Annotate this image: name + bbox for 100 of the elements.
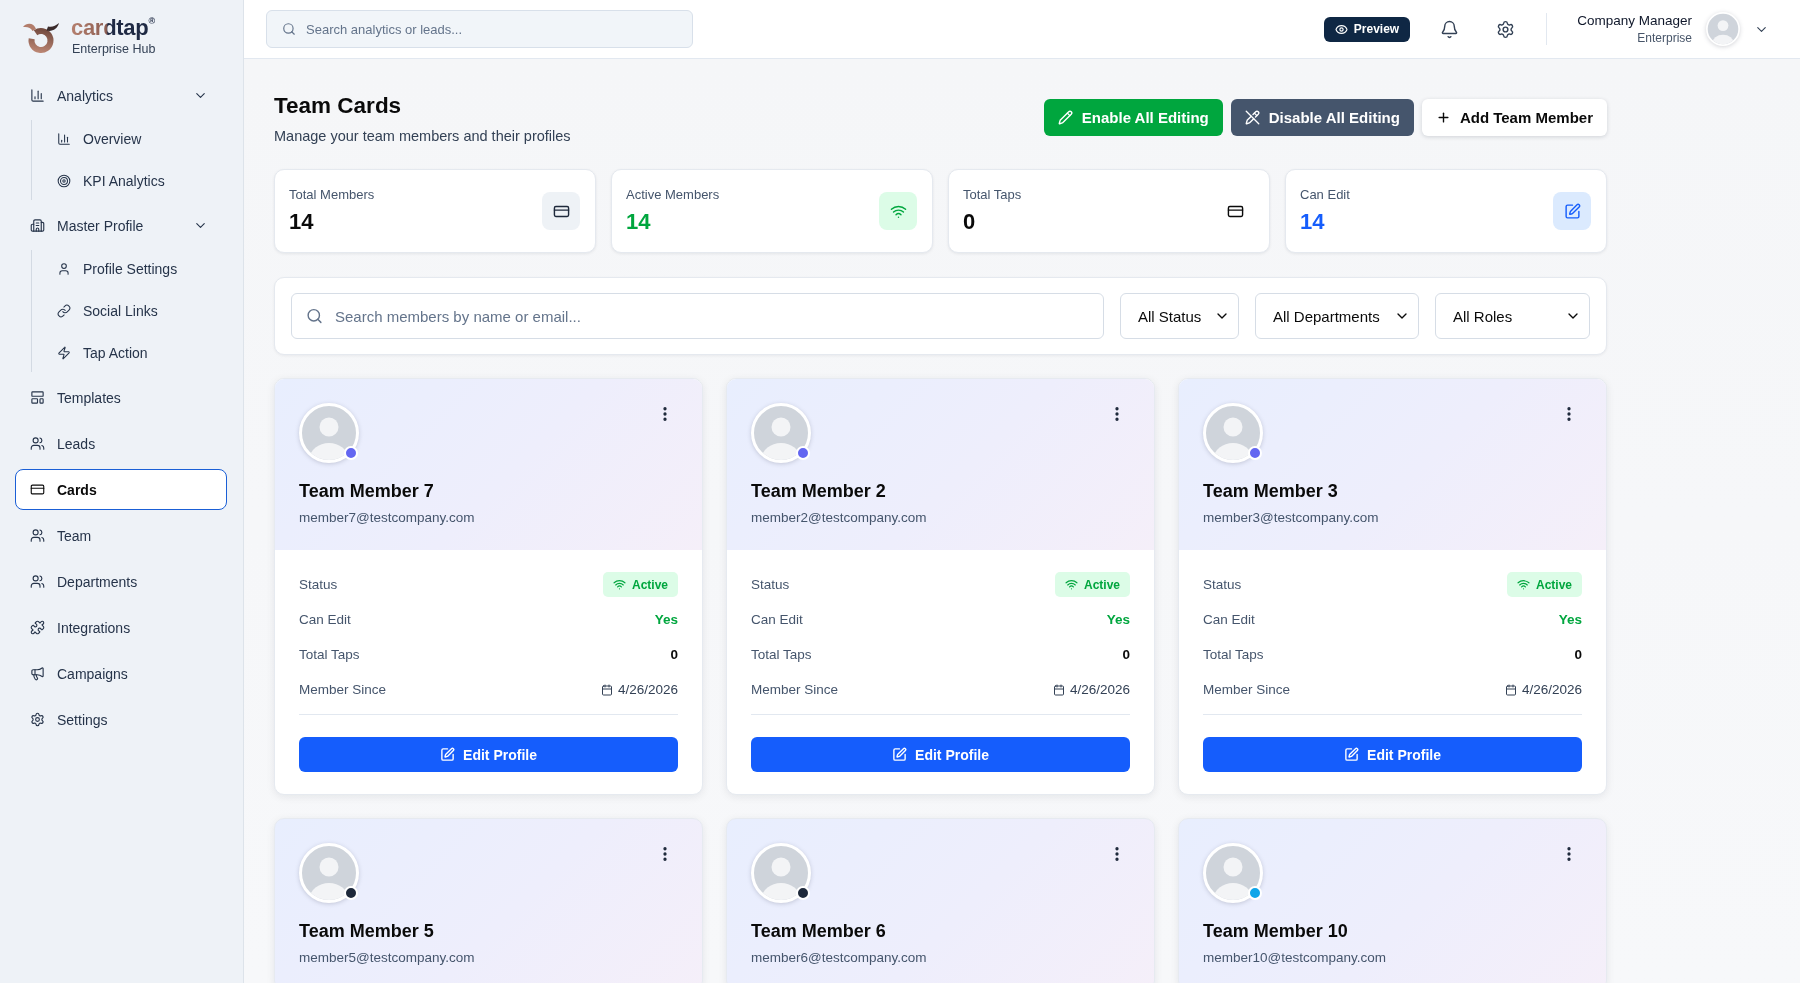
nav-item[interactable]: Integrations xyxy=(15,607,227,648)
nav-item[interactable]: Team xyxy=(15,515,227,556)
nav-item[interactable]: Settings xyxy=(15,699,227,740)
users-icon xyxy=(30,436,45,451)
user-icon xyxy=(57,262,71,276)
filter-dropdown[interactable]: All Roles xyxy=(1435,293,1590,339)
calendar-icon xyxy=(1052,683,1065,696)
settings-icon xyxy=(30,712,45,727)
settings-icon[interactable] xyxy=(1496,19,1516,39)
detail-label: Status xyxy=(751,577,790,592)
calendar-icon xyxy=(1504,683,1517,696)
detail-value: 0 xyxy=(1122,647,1130,662)
user-role: Enterprise xyxy=(1637,31,1692,45)
stat-value: 14 xyxy=(289,209,315,235)
detail-value: Yes xyxy=(654,612,678,627)
detail-label: Total Taps xyxy=(299,647,360,662)
nav-item[interactable]: Leads xyxy=(15,423,227,464)
member-email: member2@testcompany.com xyxy=(751,509,928,526)
wifi-icon xyxy=(879,192,917,230)
search-icon xyxy=(282,22,296,36)
member-email: member3@testcompany.com xyxy=(1203,509,1380,526)
nav-item[interactable]: Master Profile xyxy=(15,205,227,246)
nav-item[interactable]: KPI Analytics xyxy=(43,162,227,200)
detail-label: Member Since xyxy=(1203,682,1291,697)
member-email: member5@testcompany.com xyxy=(299,949,476,966)
member-name: Team Member 6 xyxy=(751,920,887,942)
puzzle-icon xyxy=(30,620,45,635)
avatar-placeholder xyxy=(1706,12,1740,46)
stat-label: Total Taps xyxy=(963,187,1022,203)
detail-label: Can Edit xyxy=(751,612,803,627)
stat-label: Can Edit xyxy=(1300,187,1350,203)
status-text: Active xyxy=(1083,577,1120,592)
detail-value: 4/26/2026 xyxy=(1521,682,1582,697)
detail-value: 0 xyxy=(670,647,678,662)
detail-label: Status xyxy=(299,577,338,592)
users-icon xyxy=(30,528,45,543)
nav-item[interactable]: Profile Settings xyxy=(43,250,227,288)
detail-label: Status xyxy=(1203,577,1242,592)
search-field[interactable]: Search members by name or email... xyxy=(291,293,1104,339)
action-button[interactable]: Add Team Member xyxy=(1421,99,1607,136)
filter-dropdown[interactable]: All Departments xyxy=(1255,293,1419,339)
avatar-placeholder xyxy=(751,403,811,463)
stat-value: 0 xyxy=(963,209,977,235)
preview-button[interactable]: Preview xyxy=(1323,16,1411,42)
filter-dropdown[interactable]: All Status xyxy=(1120,293,1239,339)
detail-value: 4/26/2026 xyxy=(617,682,678,697)
eye-icon xyxy=(1334,22,1348,36)
notifications-icon[interactable] xyxy=(1440,19,1460,39)
credit-card-icon xyxy=(30,482,45,497)
nav-item[interactable]: Templates xyxy=(15,377,227,418)
bar-chart-icon xyxy=(30,88,45,103)
search-field[interactable]: Search analytics or leads... xyxy=(266,10,693,48)
detail-label: Member Since xyxy=(751,682,839,697)
edit-profile-button[interactable]: Edit Profile xyxy=(299,737,678,772)
member-name: Team Member 2 xyxy=(751,480,887,502)
pencil-icon xyxy=(1057,110,1073,125)
search-icon xyxy=(306,307,323,325)
member-name: Team Member 5 xyxy=(299,920,435,942)
users-icon xyxy=(30,574,45,589)
detail-value: Yes xyxy=(1558,612,1582,627)
bar-chart-icon xyxy=(57,132,71,146)
avatar-placeholder xyxy=(1203,843,1263,903)
edit-profile-button[interactable]: Edit Profile xyxy=(1203,737,1582,772)
nav-item[interactable]: Departments xyxy=(15,561,227,602)
user-name: Company Manager xyxy=(1577,13,1692,28)
brand-name: cardtap$^{®}$ xyxy=(71,15,156,40)
nav-item[interactable]: Overview xyxy=(43,120,227,158)
member-email: member6@testcompany.com xyxy=(751,949,928,966)
nav-item[interactable]: Tap Action xyxy=(43,334,227,372)
plus-icon xyxy=(1435,110,1451,125)
detail-label: Total Taps xyxy=(751,647,812,662)
detail-value: 4/26/2026 xyxy=(1069,682,1130,697)
nav-item[interactable]: Cards xyxy=(15,469,227,510)
stat-value: 14 xyxy=(1300,209,1326,235)
link-icon xyxy=(57,304,71,318)
detail-label: Can Edit xyxy=(299,612,351,627)
avatar-placeholder xyxy=(299,403,359,463)
nav-item[interactable]: Social Links xyxy=(43,292,227,330)
avatar-placeholder xyxy=(751,843,811,903)
edit-icon xyxy=(1344,747,1360,762)
lightning-icon xyxy=(57,346,71,360)
edit-icon xyxy=(892,747,908,762)
wifi-icon xyxy=(1064,578,1078,591)
page-subtitle: Manage your team members and their profiles xyxy=(274,127,571,145)
stat-label: Active Members xyxy=(626,187,720,203)
status-text: Active xyxy=(1535,577,1572,592)
crossed-pencil-icon xyxy=(1244,110,1260,125)
nav-item[interactable]: Analytics xyxy=(15,75,227,116)
member-name: Team Member 3 xyxy=(1203,480,1339,502)
edit-profile-button[interactable]: Edit Profile xyxy=(751,737,1130,772)
nav-item[interactable]: Campaigns xyxy=(15,653,227,694)
member-email: member10@testcompany.com xyxy=(1203,949,1388,966)
stat-value: 14 xyxy=(626,209,652,235)
page-title: Team Cards xyxy=(274,93,403,119)
edit-icon xyxy=(440,747,456,762)
target-icon xyxy=(57,174,71,188)
layout-icon xyxy=(30,390,45,405)
credit-card-icon xyxy=(542,192,580,230)
action-button[interactable]: Disable All Editing xyxy=(1230,99,1414,136)
detail-value: Yes xyxy=(1106,612,1130,627)
